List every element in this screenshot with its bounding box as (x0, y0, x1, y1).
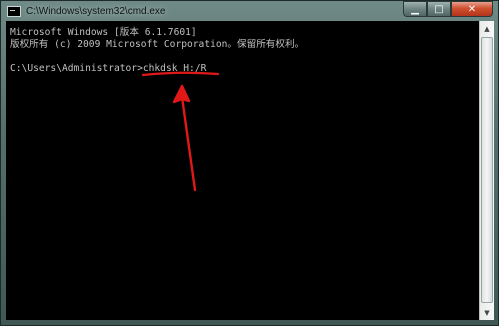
console-command-line: C:\Users\Administrator>chkdsk H:/R (10, 63, 207, 74)
close-icon: ✕ (467, 3, 477, 15)
scrollbar-thumb[interactable] (481, 37, 493, 303)
console-line-copyright: 版权所有 (c) 2009 Microsoft Corporation。保留所有… (10, 39, 305, 50)
title-bar[interactable]: C:\Windows\system32\cmd.exe ▁ □ ✕ (1, 1, 498, 21)
close-button[interactable]: ✕ (451, 1, 493, 17)
minimize-icon: ▁ (411, 3, 419, 15)
maximize-button[interactable]: □ (427, 1, 451, 17)
console-output[interactable]: Microsoft Windows [版本 6.1.7601] 版权所有 (c)… (6, 21, 479, 320)
window-title: C:\Windows\system32\cmd.exe (26, 5, 166, 17)
console-line-version: Microsoft Windows [版本 6.1.7601] (10, 27, 197, 38)
vertical-scrollbar[interactable]: ▲ ▼ (479, 21, 494, 320)
window-controls: ▁ □ ✕ (403, 1, 493, 18)
scroll-down-icon[interactable]: ▼ (480, 305, 494, 320)
scroll-up-icon[interactable]: ▲ (480, 21, 494, 36)
maximize-icon: □ (434, 3, 444, 15)
cmd-icon (7, 5, 21, 17)
cmd-window: C:\Windows\system32\cmd.exe ▁ □ ✕ Micros… (0, 0, 499, 326)
minimize-button[interactable]: ▁ (403, 1, 427, 17)
